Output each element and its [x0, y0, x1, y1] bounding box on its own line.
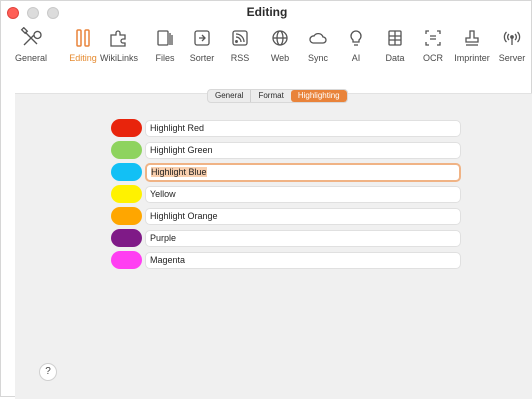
highlight-name-text: Highlight Orange — [150, 211, 218, 221]
toolbar-item-general[interactable]: General — [9, 21, 53, 69]
color-swatch[interactable] — [111, 229, 142, 247]
preferences-toolbar: General Editing WikiLinks Files Sorter R… — [1, 17, 532, 79]
ocr-icon — [421, 26, 445, 50]
toolbar-label: Sync — [307, 53, 328, 63]
window-title: Editing — [246, 5, 288, 19]
toolbar-item-ai[interactable]: AI — [334, 21, 378, 69]
toolbar-item-imprinter[interactable]: Imprinter — [450, 21, 494, 69]
toolbar-label: Files — [155, 53, 175, 63]
tab-highlighting[interactable]: Highlighting — [290, 90, 347, 102]
color-swatch[interactable] — [111, 185, 142, 203]
data-icon — [383, 26, 407, 50]
color-swatch[interactable] — [111, 141, 142, 159]
tab-format[interactable]: Format — [250, 90, 290, 102]
preferences-window: Editing General Editing WikiLinks Files … — [0, 0, 532, 399]
editing-icon — [71, 26, 95, 50]
toolbar-label: OCR — [423, 53, 443, 63]
highlight-name-text: Magenta — [150, 255, 186, 265]
highlight-name-field[interactable]: Yellow — [145, 186, 461, 203]
help-button[interactable]: ? — [39, 363, 57, 381]
tools-icon — [19, 26, 43, 50]
toolbar-item-server[interactable]: Server — [490, 21, 532, 69]
toolbar-label: Web — [270, 53, 290, 63]
lightbulb-icon — [344, 26, 368, 50]
toolbar-item-rss[interactable]: RSS — [218, 21, 262, 69]
highlight-name-field[interactable]: Highlight Red — [145, 120, 461, 137]
color-swatch[interactable] — [111, 119, 142, 137]
toolbar-label: Editing — [69, 53, 97, 63]
toolbar-label: Imprinter — [454, 53, 490, 63]
toolbar-label: RSS — [230, 53, 250, 63]
highlight-name-field[interactable]: Purple — [145, 230, 461, 247]
highlight-name-text: Highlight Blue — [151, 167, 207, 177]
stamp-icon — [460, 26, 484, 50]
highlight-name-field[interactable]: Highlight Blue — [145, 163, 461, 182]
highlight-name-text: Purple — [150, 233, 177, 243]
toolbar-label: WikiLinks — [99, 53, 138, 63]
toolbar-label: Server — [498, 53, 526, 63]
cloud-icon — [306, 26, 330, 50]
highlight-name-text: Yellow — [150, 189, 176, 199]
highlight-name-field[interactable]: Magenta — [145, 252, 461, 269]
toolbar-label: General — [14, 53, 48, 63]
broadcast-icon — [500, 26, 524, 50]
highlight-name-field[interactable]: Highlight Green — [145, 142, 461, 159]
sorter-icon — [190, 26, 214, 50]
toolbar-item-ocr[interactable]: OCR — [411, 21, 455, 69]
tab-bar: General Format Highlighting — [207, 89, 348, 103]
toolbar-label: AI — [351, 53, 361, 63]
highlight-name-field[interactable]: Highlight Orange — [145, 208, 461, 225]
toolbar-item-wikilinks[interactable]: WikiLinks — [97, 21, 141, 69]
toolbar-label: Data — [385, 53, 405, 63]
puzzle-icon — [107, 26, 131, 50]
rss-icon — [228, 26, 252, 50]
globe-icon — [268, 26, 292, 50]
files-icon — [153, 26, 177, 50]
toolbar-label: Sorter — [189, 53, 215, 63]
color-swatch[interactable] — [111, 163, 142, 181]
highlight-name-text: Highlight Red — [150, 123, 205, 133]
color-swatch[interactable] — [111, 207, 142, 225]
color-swatch[interactable] — [111, 251, 142, 269]
highlight-name-text: Highlight Green — [150, 145, 213, 155]
tab-general[interactable]: General — [208, 90, 250, 102]
